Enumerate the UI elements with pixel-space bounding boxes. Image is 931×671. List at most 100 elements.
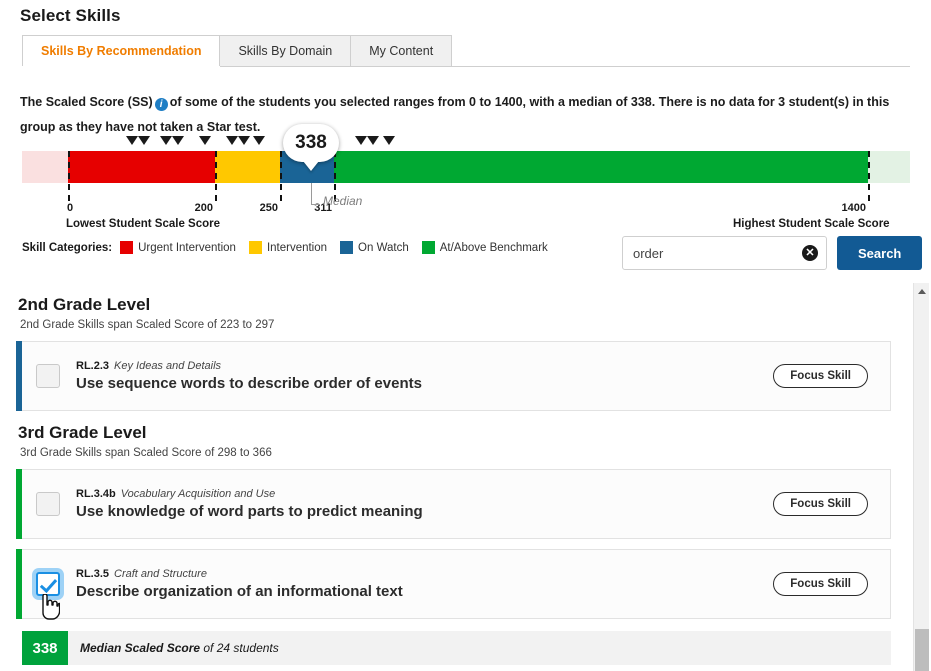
scrollbar-up-arrow-icon[interactable] [914, 283, 930, 299]
legend-label-2: On Watch [358, 241, 409, 254]
student-marker-5 [226, 136, 238, 145]
info-icon[interactable]: i [154, 98, 168, 111]
median-leader-line [311, 183, 320, 205]
legend-item-3: At/Above Benchmark [421, 241, 548, 254]
skill-meta: RL.3.4b Vocabulary Acquisition and Use [76, 488, 773, 500]
median-callout-nub [303, 161, 319, 171]
student-marker-6 [238, 136, 250, 145]
tab-skills-by-domain[interactable]: Skills By Domain [219, 35, 352, 66]
legend-item-0: Urgent Intervention [120, 241, 236, 254]
tick-label-0: 0 [67, 202, 74, 214]
skill-checkbox-wrap [22, 572, 74, 620]
search-button[interactable]: Search [837, 236, 923, 270]
student-marker-8 [355, 136, 367, 145]
score-segment-at-above-benchmark [334, 151, 868, 183]
median-row-label-bold: Median Scaled Score [80, 641, 201, 655]
highest-student-scale-score-label: Highest Student Scale Score [733, 218, 890, 230]
student-marker-7 [253, 136, 265, 145]
focus-skill-button[interactable]: Focus Skill [773, 572, 868, 596]
skill-categories-legend: Skill Categories: Urgent Intervention Int… [22, 241, 561, 254]
page-title: Select Skills [20, 6, 121, 25]
score-segment-intervention [215, 151, 280, 183]
tick-dash-1400 [868, 151, 870, 201]
skill-checkbox[interactable] [36, 572, 60, 596]
tick-dash-0 [68, 151, 70, 201]
skill-code: RL.2.3 [76, 360, 110, 372]
student-marker-2 [160, 136, 172, 145]
select-skills-page: Select Skills Skills By Recommendation S… [0, 0, 931, 671]
tick-dash-250 [280, 151, 282, 201]
grade-level-subtitle: 2nd Grade Skills span Scaled Score of 22… [20, 319, 275, 331]
mouse-cursor-hand-icon [38, 593, 61, 620]
skill-checkbox-wrap [22, 492, 74, 516]
clear-circle-icon[interactable]: ✕ [802, 245, 818, 261]
grade-level-title: 2nd Grade Level [18, 295, 151, 314]
tab-skills-by-recommendation[interactable]: Skills By Recommendation [22, 35, 221, 66]
description-part-1: The Scaled Score (SS) [20, 95, 153, 109]
skill-code: RL.3.4b [76, 488, 116, 500]
skill-name: Use knowledge of word parts to predict m… [76, 503, 423, 520]
scaled-score-bar-widget: 0 200 250 311 1400 Lowest Student Scale Scor… [0, 124, 931, 230]
skill-checkbox[interactable] [36, 364, 60, 388]
tab-my-content[interactable]: My Content [350, 35, 453, 66]
score-range-bar [22, 151, 910, 183]
median-score-badge: 338 [22, 631, 68, 665]
lowest-student-scale-score-label: Lowest Student Scale Score [66, 218, 221, 230]
student-marker-10 [383, 136, 395, 145]
median-callout-value: 338 [295, 132, 327, 153]
student-marker-1 [138, 136, 150, 145]
skill-name: Use sequence words to describe order of … [76, 375, 422, 392]
grade-level-subtitle: 3rd Grade Skills span Scaled Score of 29… [20, 447, 272, 459]
skill-meta: RL.2.3 Key Ideas and Details [76, 360, 773, 372]
student-marker-4 [199, 136, 211, 145]
skill-card[interactable]: RL.3.5 Craft and Structure Describe organi… [16, 549, 891, 620]
tick-dash-200 [215, 151, 217, 201]
skill-card-body: RL.3.4b Vocabulary Acquisition and Use Use… [74, 488, 773, 520]
student-marker-0 [126, 136, 138, 145]
legend-item-2: On Watch [340, 241, 409, 254]
skill-card[interactable]: RL.3.4b Vocabulary Acquisition and Use Use… [16, 469, 891, 539]
skill-code: RL.3.5 [76, 568, 110, 580]
skill-checkbox[interactable] [36, 492, 60, 516]
skill-card-body: RL.3.5 Craft and Structure Describe organi… [74, 568, 773, 600]
legend-label-0: Urgent Intervention [138, 241, 236, 254]
student-marker-group [0, 136, 931, 148]
skill-meta: RL.3.5 Craft and Structure [76, 568, 773, 580]
skill-domain: Vocabulary Acquisition and Use [120, 488, 276, 500]
tab-bar: Skills By Recommendation Skills By Domai… [22, 35, 910, 67]
legend-items: Urgent Intervention Intervention On Watch A… [120, 241, 561, 254]
legend-swatch-3 [421, 241, 435, 254]
legend-label-3: At/Above Benchmark [439, 241, 548, 254]
legend-swatch-1 [248, 241, 262, 254]
skill-card-body: RL.2.3 Key Ideas and Details Use sequence … [74, 360, 773, 392]
student-marker-9 [367, 136, 379, 145]
legend-item-1: Intervention [248, 241, 328, 254]
median-label: Median [323, 194, 363, 208]
median-row-label-rest: of 24 students [200, 641, 279, 655]
skill-domain: Craft and Structure [114, 568, 207, 580]
legend-label-1: Intervention [266, 241, 328, 254]
skill-card[interactable]: RL.2.3 Key Ideas and Details Use sequence … [16, 341, 891, 411]
focus-skill-button[interactable]: Focus Skill [773, 492, 868, 516]
tick-label-250: 250 [259, 202, 278, 214]
search-row: ✕ Search [622, 236, 923, 270]
legend-swatch-2 [340, 241, 354, 254]
grade-level-title: 3rd Grade Level [18, 423, 147, 442]
legend-title: Skill Categories: [22, 241, 113, 254]
score-segment-urgent-intervention [68, 151, 215, 183]
student-marker-3 [172, 136, 184, 145]
legend-swatch-0 [120, 241, 134, 254]
results-scrollbar[interactable] [913, 283, 929, 671]
search-input[interactable] [623, 237, 826, 269]
median-scaled-score-row: 338 Median Scaled Score of 24 students [22, 631, 891, 665]
median-callout: 338 [283, 124, 339, 171]
skill-results-list: 2nd Grade Level 2nd Grade Skills span Sca… [0, 283, 911, 671]
scrollbar-thumb[interactable] [915, 629, 929, 671]
tick-label-200: 200 [194, 202, 213, 214]
search-box: ✕ [622, 236, 827, 270]
skill-name: Describe organization of an informationa… [76, 583, 403, 600]
focus-skill-button[interactable]: Focus Skill [773, 364, 868, 388]
score-segment-below-range [22, 151, 68, 183]
median-row-label: Median Scaled Score of 24 students [80, 641, 279, 655]
score-segment-above-range [868, 151, 910, 183]
